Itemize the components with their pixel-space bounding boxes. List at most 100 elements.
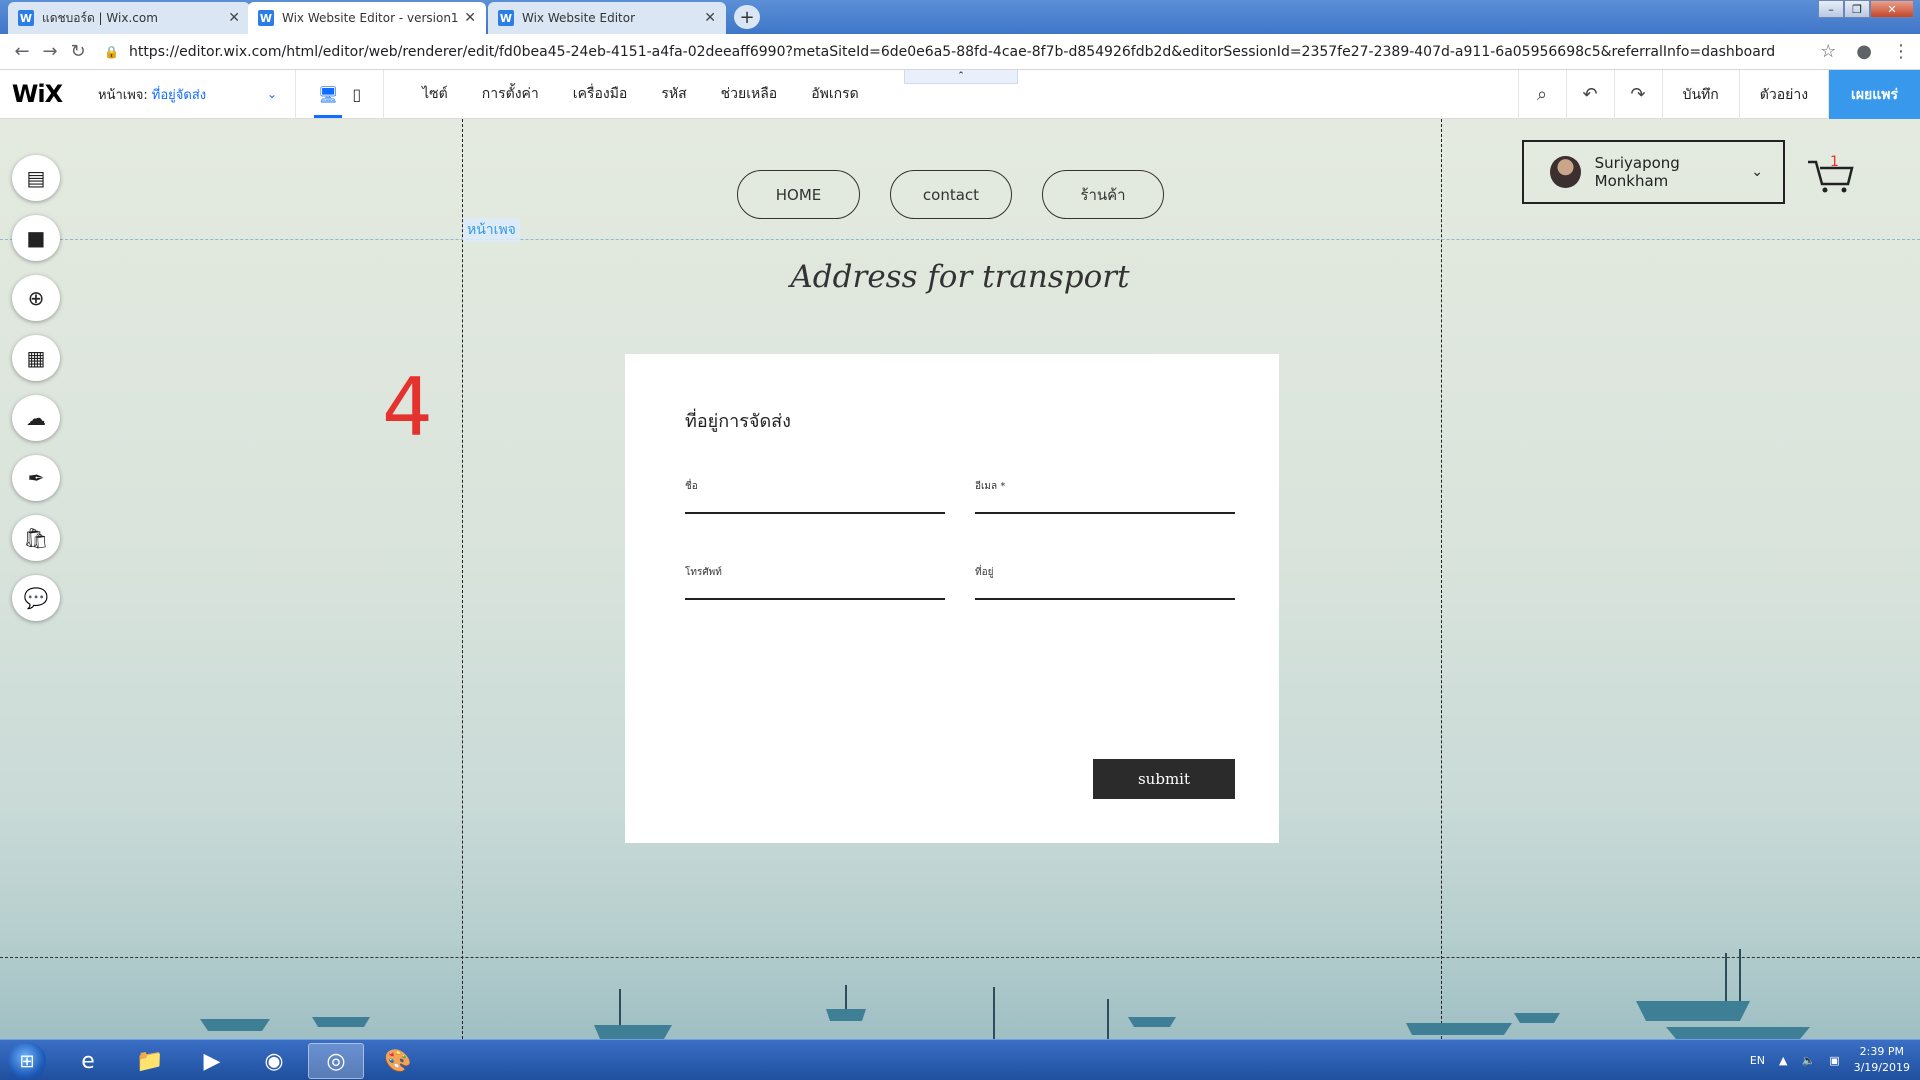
tab-label: แดชบอร์ด | Wix.com <box>42 10 158 25</box>
menu-upgrade[interactable]: อัพเกรด <box>811 83 859 105</box>
avatar <box>1550 156 1581 188</box>
mobile-view-icon[interactable]: ▯ <box>352 85 361 104</box>
windows-taskbar: ⊞ e 📁 ▶ ◉ ◎ 🎨 EN ▲ 🔈 ▣ 2:39 PM 3/19/2019 <box>0 1039 1920 1080</box>
tab-label: Wix Website Editor - version1 <box>282 11 459 25</box>
volume-icon[interactable]: 🔈 <box>1801 1054 1815 1067</box>
clock[interactable]: 2:39 PM 3/19/2019 <box>1854 1044 1910 1076</box>
back-arrow-icon[interactable]: ← <box>8 41 36 62</box>
submit-button[interactable]: submit <box>1093 759 1235 799</box>
annotation-number: 4 <box>382 361 433 454</box>
window-close-button[interactable]: ✕ <box>1870 0 1914 18</box>
menu-settings[interactable]: การตั้งค่า <box>482 83 539 105</box>
url-field[interactable]: 🔒 https://editor.wix.com/html/editor/web… <box>104 44 1775 60</box>
preview-button[interactable]: ตัวอย่าง <box>1738 70 1828 119</box>
tray-expand-icon[interactable]: ▲ <box>1779 1054 1787 1067</box>
url-text: https://editor.wix.com/html/editor/web/r… <box>128 43 1776 60</box>
start-button[interactable]: ⊞ <box>8 1042 46 1080</box>
background-icon[interactable]: ■ <box>12 215 60 261</box>
desktop-view-icon[interactable]: 🖥 <box>313 85 343 118</box>
chrome-icon[interactable]: ◎ <box>308 1043 364 1079</box>
editor-menu: ไซต์ การตั้งค่า เครื่องมือ รหัส ช่วยเหลื… <box>422 83 859 105</box>
language-indicator[interactable]: EN <box>1750 1054 1765 1067</box>
paint-icon[interactable]: 🎨 <box>370 1043 426 1079</box>
member-name: Suriyapong Monkham <box>1594 154 1680 190</box>
nav-button-home[interactable]: HOME <box>737 170 860 219</box>
page-selector-value: ที่อยู่จัดส่ง <box>151 87 207 103</box>
page-section-tag[interactable]: หน้าเพจ <box>463 218 520 242</box>
browser-menu-icon[interactable]: ⋮ <box>1892 41 1910 62</box>
device-switcher: 🖥 ▯ <box>296 69 385 119</box>
phone-field[interactable]: โทรศัพท์ <box>685 560 945 600</box>
file-explorer-icon[interactable]: 📁 <box>122 1043 178 1079</box>
menu-help[interactable]: ช่วยเหลือ <box>721 83 778 105</box>
network-icon[interactable]: ▣ <box>1829 1054 1839 1067</box>
browser-tab-editor-version1[interactable]: W Wix Website Editor - version1 ✕ <box>248 2 486 34</box>
window-controls: – ❐ ✕ <box>1818 0 1914 20</box>
new-tab-button[interactable]: + <box>734 5 760 29</box>
redo-icon[interactable]: ↷ <box>1613 70 1662 119</box>
address-bar-actions: ☆ ● ⋮ <box>1820 41 1910 62</box>
close-icon[interactable]: ✕ <box>464 10 476 26</box>
address-bar: ← → ↻ 🔒 https://editor.wix.com/html/edit… <box>0 34 1920 70</box>
wix-favicon-icon: W <box>18 10 34 26</box>
clock-time: 2:39 PM <box>1859 1045 1904 1058</box>
shipping-address-form[interactable]: ที่อยู่การจัดส่ง ชื่อ อีเมล * โทรศัพท์ ท… <box>625 354 1279 843</box>
field-label: ชื่อ <box>685 481 698 492</box>
forward-arrow-icon[interactable]: → <box>36 41 64 62</box>
gridline-left <box>462 119 463 1039</box>
wix-editor-topbar: WiX หน้าเพจ: ที่อยู่จัดส่ง ⌄ 🖥 ▯ ไซต์ กา… <box>0 69 1920 119</box>
chevron-down-icon: ⌄ <box>1751 164 1763 180</box>
form-title: ที่อยู่การจัดส่ง <box>685 411 791 432</box>
media-player-icon[interactable]: ▶ <box>184 1043 240 1079</box>
nav-button-contact[interactable]: contact <box>890 170 1012 219</box>
chevron-down-icon: ⌄ <box>266 87 277 101</box>
browser-tab-dashboard[interactable]: W แดชบอร์ด | Wix.com ✕ <box>8 2 250 34</box>
page-selector-label: หน้าเพจ: <box>98 87 148 103</box>
header-boundary-line <box>0 239 1920 240</box>
browser-tab-editor[interactable]: W Wix Website Editor ✕ <box>488 2 726 34</box>
page-selector[interactable]: หน้าเพจ: ที่อยู่จัดส่ง ⌄ <box>74 69 296 119</box>
zoom-icon[interactable]: ⌕ <box>1517 70 1566 119</box>
collapse-topbar-handle[interactable]: ⌃ <box>904 70 1018 84</box>
reload-icon[interactable]: ↻ <box>64 41 92 62</box>
editor-canvas[interactable]: หน้าเพจ ▤ ■ ⊕ ▦ ☁ ✒ 🛍 💬 HOME contact ร้า… <box>0 119 1920 1039</box>
close-icon[interactable]: ✕ <box>228 10 240 26</box>
field-label: อีเมล * <box>975 481 1006 492</box>
wix-logo[interactable]: WiX <box>0 80 74 108</box>
menu-tools[interactable]: เครื่องมือ <box>573 83 628 105</box>
profile-icon[interactable]: ● <box>1856 41 1872 62</box>
chat-icon[interactable]: 💬 <box>12 575 60 621</box>
left-toolbar: ▤ ■ ⊕ ▦ ☁ ✒ 🛍 💬 <box>12 155 60 621</box>
field-label: โทรศัพท์ <box>685 567 722 578</box>
minimize-button[interactable]: – <box>1818 0 1844 18</box>
bookmark-star-icon[interactable]: ☆ <box>1820 41 1836 62</box>
blog-pen-icon[interactable]: ✒ <box>12 455 60 501</box>
page-title[interactable]: Address for transport <box>0 259 1920 295</box>
save-button[interactable]: บันทึก <box>1661 70 1739 119</box>
field-label: ที่อยู่ <box>975 567 994 578</box>
member-login-bar[interactable]: Suriyapong Monkham ⌄ <box>1522 140 1785 204</box>
browser-tab-strip: W แดชบอร์ด | Wix.com ✕ W Wix Website Edi… <box>0 0 1920 34</box>
tab-label: Wix Website Editor <box>522 11 636 25</box>
maximize-button[interactable]: ❐ <box>1844 0 1870 18</box>
editor-actions: ⌕ ↶ ↷ บันทึก ตัวอย่าง เผยแพร่ <box>1517 70 1920 119</box>
lock-icon: 🔒 <box>104 44 119 59</box>
store-bag-icon[interactable]: 🛍 <box>12 515 60 561</box>
pages-menu-icon[interactable]: ▤ <box>12 155 60 201</box>
cart-count-badge: 1 <box>1830 154 1839 170</box>
garena-icon[interactable]: ◉ <box>246 1043 302 1079</box>
menu-site[interactable]: ไซต์ <box>422 83 448 105</box>
gridline-right <box>1441 119 1442 1039</box>
nav-button-store[interactable]: ร้านค้า <box>1042 170 1164 219</box>
close-icon[interactable]: ✕ <box>704 10 716 26</box>
publish-button[interactable]: เผยแพร่ <box>1828 70 1920 119</box>
email-field[interactable]: อีเมล * <box>975 474 1235 514</box>
upload-media-icon[interactable]: ☁ <box>12 395 60 441</box>
address-field[interactable]: ที่อยู่ <box>975 560 1235 600</box>
undo-icon[interactable]: ↶ <box>1565 70 1614 119</box>
name-field[interactable]: ชื่อ <box>685 474 945 514</box>
internet-explorer-icon[interactable]: e <box>60 1043 116 1079</box>
app-market-icon[interactable]: ▦ <box>12 335 60 381</box>
menu-code[interactable]: รหัส <box>661 83 686 105</box>
wix-favicon-icon: W <box>258 10 274 26</box>
